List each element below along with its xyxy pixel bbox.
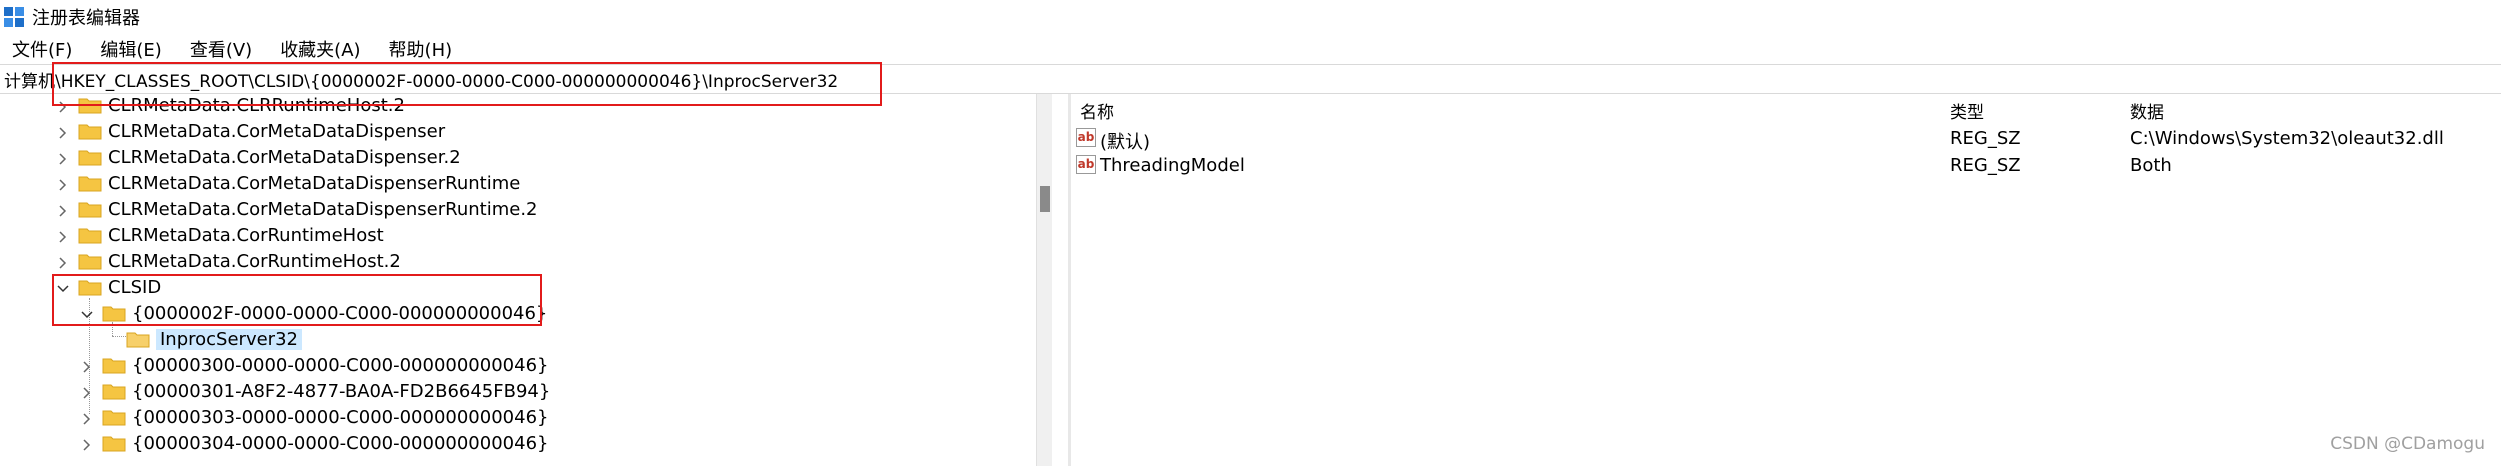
folder-icon [102, 434, 126, 452]
chevron-right-icon[interactable] [56, 228, 70, 243]
title-bar: 注册表编辑器 [0, 0, 2501, 34]
tree-item-label: CLRMetaData.CorMetaDataDispenserRuntime.… [108, 198, 538, 220]
pane-splitter[interactable] [1068, 94, 1071, 466]
ab-string-icon: ab [1076, 155, 1096, 174]
folder-icon [102, 304, 126, 322]
value-row[interactable]: ab ThreadingModel REG_SZ Both [1072, 153, 2501, 179]
folder-icon [78, 278, 102, 296]
tree-item[interactable]: CLRMetaData.CorRuntimeHost.2 [56, 248, 401, 274]
registry-editor-icon [3, 6, 25, 28]
tree-item-label: {00000304-0000-0000-C000-000000000046} [132, 432, 549, 454]
folder-open-icon [126, 330, 150, 348]
menu-file[interactable]: 文件(F) [10, 34, 74, 64]
chevron-right-icon[interactable] [56, 124, 70, 139]
tree-item-label: CLRMetaData.CorMetaDataDispenser.2 [108, 146, 461, 168]
chevron-right-icon[interactable] [80, 410, 94, 425]
tree-item-inprocserver32[interactable]: InprocServer32 [126, 326, 302, 352]
tree-item[interactable]: CLRMetaData.CorMetaDataDispenserRuntime [56, 170, 520, 196]
tree-scrollbar[interactable] [1036, 94, 1052, 466]
folder-icon [78, 200, 102, 218]
chevron-down-icon[interactable] [56, 280, 70, 294]
tree-item-label: CLRMetaData.CorRuntimeHost.2 [108, 250, 401, 272]
menu-view[interactable]: 查看(V) [188, 34, 254, 64]
tree-item[interactable]: CLRMetaData.CorRuntimeHost [56, 222, 384, 248]
value-type: REG_SZ [1950, 155, 2021, 176]
chevron-down-icon[interactable] [80, 306, 94, 320]
folder-icon [78, 148, 102, 166]
tree-item-label: CLRMetaData.CorMetaDataDispenserRuntime [108, 172, 521, 194]
tree-item-label: {00000301-A8F2-4877-BA0A-FD2B6645FB94} [132, 380, 551, 402]
value-name: (默认) [1100, 132, 1151, 153]
value-list-pane: 名称 类型 数据 ab (默认) REG_SZ C:\Windows\Syste… [1072, 94, 2501, 466]
chevron-right-icon[interactable] [80, 436, 94, 451]
chevron-right-icon[interactable] [56, 150, 70, 165]
list-header: 名称 类型 数据 [1072, 98, 2501, 123]
value-row[interactable]: ab (默认) REG_SZ C:\Windows\System32\oleau… [1072, 126, 2501, 153]
menu-bar: 文件(F) 编辑(E) 查看(V) 收藏夹(A) 帮助(H) [0, 34, 2501, 64]
menu-favorites[interactable]: 收藏夹(A) [278, 34, 362, 64]
menu-help[interactable]: 帮助(H) [387, 34, 455, 64]
menu-edit[interactable]: 编辑(E) [98, 34, 163, 64]
folder-icon [78, 174, 102, 192]
tree-item[interactable]: CLRMetaData.CorMetaDataDispenser [56, 118, 445, 144]
tree-scrollbar-thumb[interactable] [1040, 186, 1050, 212]
tree-item-label: {00000303-0000-0000-C000-000000000046} [132, 406, 549, 428]
value-data: Both [2130, 155, 2172, 176]
watermark: CSDN @CDamogu [2330, 434, 2485, 454]
tree-item-label: {0000002F-0000-0000-C000-000000000046} [132, 302, 548, 324]
tree-item[interactable]: {00000304-0000-0000-C000-000000000046} [80, 430, 548, 456]
tree-item-label: CLRMetaData.CorMetaDataDispenser [108, 120, 446, 142]
column-header-data[interactable]: 数据 [2130, 98, 2164, 123]
value-name: ThreadingModel [1100, 155, 1245, 176]
tree-pane: CLRMetaData.CLRRuntimeHost.2 CLRMetaData… [0, 94, 1048, 466]
tree-item-selected-clsid[interactable]: {0000002F-0000-0000-C000-000000000046} [80, 300, 547, 326]
folder-icon [78, 122, 102, 140]
folder-icon [78, 96, 102, 114]
ab-string-icon: ab [1076, 128, 1096, 147]
tree-item[interactable]: {00000301-A8F2-4877-BA0A-FD2B6645FB94} [80, 378, 550, 404]
folder-icon [102, 408, 126, 426]
tree-item[interactable]: CLRMetaData.CorMetaDataDispenserRuntime.… [56, 196, 538, 222]
tree-item-label: InprocServer32 [156, 328, 302, 350]
tree-item[interactable]: CLRMetaData.CorMetaDataDispenser.2 [56, 144, 461, 170]
column-header-name[interactable]: 名称 [1080, 98, 1114, 123]
address-path[interactable]: 计算机\HKEY_CLASSES_ROOT\CLSID\{0000002F-00… [0, 67, 838, 92]
address-bar[interactable]: 计算机\HKEY_CLASSES_ROOT\CLSID\{0000002F-00… [0, 64, 2501, 94]
tree-item[interactable]: {00000300-0000-0000-C000-000000000046} [80, 352, 548, 378]
folder-icon [78, 226, 102, 244]
folder-icon [102, 356, 126, 374]
chevron-right-icon[interactable] [56, 254, 70, 269]
chevron-right-icon[interactable] [56, 98, 70, 113]
tree-item-label: CLSID [108, 276, 162, 298]
column-header-type[interactable]: 类型 [1950, 98, 1984, 123]
folder-icon [102, 382, 126, 400]
value-data: C:\Windows\System32\oleaut32.dll [2130, 128, 2444, 149]
tree-item-label: CLRMetaData.CLRRuntimeHost.2 [108, 94, 405, 116]
folder-icon [78, 252, 102, 270]
tree-item-label: CLRMetaData.CorRuntimeHost [108, 224, 384, 246]
chevron-right-icon[interactable] [56, 176, 70, 191]
tree-item[interactable]: CLRMetaData.CLRRuntimeHost.2 [56, 94, 405, 118]
tree-item-clsid[interactable]: CLSID [56, 274, 161, 300]
chevron-right-icon[interactable] [56, 202, 70, 217]
chevron-right-icon[interactable] [80, 358, 94, 373]
tree-item[interactable]: {00000303-0000-0000-C000-000000000046} [80, 404, 548, 430]
chevron-right-icon[interactable] [80, 384, 94, 399]
tree-item-label: {00000300-0000-0000-C000-000000000046} [132, 354, 549, 376]
value-type: REG_SZ [1950, 128, 2021, 149]
window-title: 注册表编辑器 [32, 8, 140, 29]
